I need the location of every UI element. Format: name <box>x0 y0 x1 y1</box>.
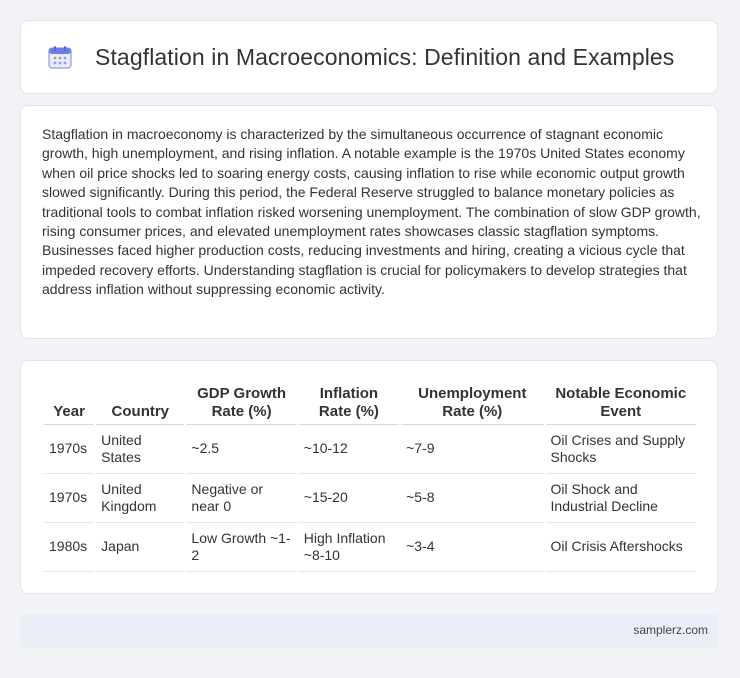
cell-country: Japan <box>96 523 185 572</box>
table-row: 1980s Japan Low Growth ~1-2 High Inflati… <box>44 523 696 572</box>
cell-year: 1970s <box>44 425 95 474</box>
header-event: Notable Economic Event <box>545 383 696 425</box>
cell-inflation: ~15-20 <box>298 474 400 523</box>
header-year: Year <box>44 383 95 425</box>
intro-card: Stagflation in macroeconomy is character… <box>20 105 718 339</box>
table-header-row: Year Country GDP Growth Rate (%) Inflati… <box>44 383 696 425</box>
table-card: Year Country GDP Growth Rate (%) Inflati… <box>20 360 718 594</box>
cell-country: United Kingdom <box>96 474 185 523</box>
cell-inflation: ~10-12 <box>298 425 400 474</box>
cell-unemployment: ~5-8 <box>401 474 544 523</box>
page-title: Stagflation in Macroeconomics: Definitio… <box>95 43 675 70</box>
cell-event: Oil Shock and Industrial Decline <box>545 474 696 523</box>
header-gdp-growth: GDP Growth Rate (%) <box>186 383 297 425</box>
cell-country: United States <box>96 425 185 474</box>
stagflation-table: Year Country GDP Growth Rate (%) Inflati… <box>42 383 698 572</box>
cell-gdp-growth: ~2.5 <box>186 425 297 474</box>
calendar-icon <box>48 46 72 69</box>
cell-year: 1970s <box>44 474 95 523</box>
cell-event: Oil Crisis Aftershocks <box>545 523 696 572</box>
cell-gdp-growth: Negative or near 0 <box>186 474 297 523</box>
footer-bar: samplerz.com <box>20 614 718 648</box>
cell-unemployment: ~7-9 <box>401 425 544 474</box>
header-card: Stagflation in Macroeconomics: Definitio… <box>20 20 718 94</box>
header-inflation: Inflation Rate (%) <box>298 383 400 425</box>
header-country: Country <box>96 383 185 425</box>
cell-year: 1980s <box>44 523 95 572</box>
cell-unemployment: ~3-4 <box>401 523 544 572</box>
intro-paragraph: Stagflation in macroeconomy is character… <box>42 126 701 298</box>
cell-gdp-growth: Low Growth ~1-2 <box>186 523 297 572</box>
cell-event: Oil Crises and Supply Shocks <box>545 425 696 474</box>
table-row: 1970s United States ~2.5 ~10-12 ~7-9 Oil… <box>44 425 696 474</box>
table-row: 1970s United Kingdom Negative or near 0 … <box>44 474 696 523</box>
cell-inflation: High Inflation ~8-10 <box>298 523 400 572</box>
header-unemployment: Unemployment Rate (%) <box>401 383 544 425</box>
footer-site-link[interactable]: samplerz.com <box>633 623 708 637</box>
